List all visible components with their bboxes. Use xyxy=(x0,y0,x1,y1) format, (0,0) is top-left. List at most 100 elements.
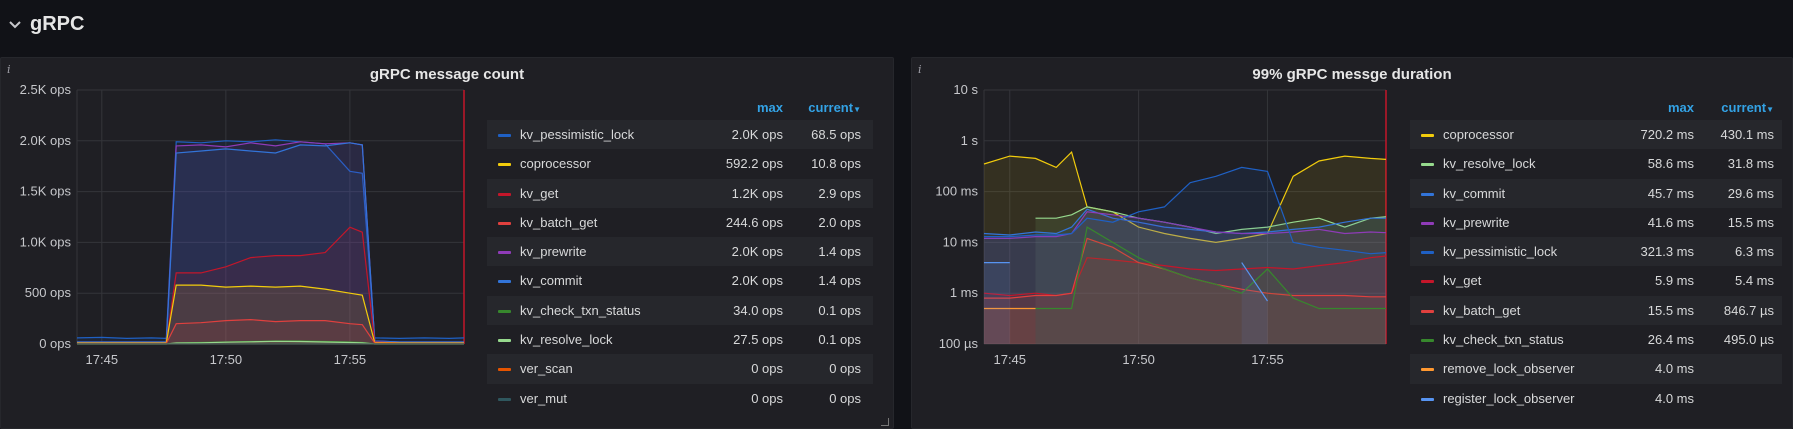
legend-series-name[interactable]: kv_prewrite xyxy=(520,244,586,259)
y-tick-label: 1 ms xyxy=(950,285,979,300)
series-color-swatch[interactable] xyxy=(498,251,511,255)
legend-item-kv-prewrite[interactable]: kv_prewrite 2.0K ops 1.4 ops xyxy=(487,237,873,267)
legend-max-value: 27.5 ops xyxy=(733,332,783,348)
legend-current-value: 6.3 ms xyxy=(1734,244,1774,260)
legend-max-value: 2.0K ops xyxy=(731,127,783,142)
legend-item-kv-get[interactable]: kv_get 5.9 ms 5.4 ms xyxy=(1410,266,1782,296)
legend-item-remove-lock-observer[interactable]: remove_lock_observer 4.0 ms xyxy=(1410,354,1782,384)
y-tick-label: 1.5K ops xyxy=(20,184,72,199)
legend-current-value: 10.8 ops xyxy=(811,156,861,172)
legend-max-value: 41.6 ms xyxy=(1647,214,1694,230)
chevron-down-icon[interactable] xyxy=(8,18,22,32)
legend-current-value: 31.8 ms xyxy=(1727,156,1774,172)
legend-series-name[interactable]: remove_lock_observer xyxy=(1443,361,1575,376)
panel-grpc-message-count[interactable]: i gRPC message count 0 ops 500 ops 1.0K op… xyxy=(0,57,894,429)
legend-item-kv-pessimistic-lock[interactable]: kv_pessimistic_lock 2.0K ops 68.5 ops xyxy=(487,120,873,150)
legend-item-kv-batch-get[interactable]: kv_batch_get 244.6 ops 2.0 ops xyxy=(487,207,873,238)
series-color-swatch[interactable] xyxy=(1421,368,1434,372)
legend-series-name[interactable]: kv_check_txn_status xyxy=(520,303,641,318)
chart-message-duration: 100 µs 1 ms 10 ms 100 ms 1 s 10 s 17:45 17:50 17… xyxy=(935,82,1387,367)
legend-series-name[interactable]: kv_get xyxy=(520,186,558,201)
legend-current-value: 15.5 ms xyxy=(1727,214,1774,230)
series-color-swatch[interactable] xyxy=(1421,339,1434,343)
legend-series-name[interactable]: register_lock_observer xyxy=(1443,391,1575,406)
legend-header: max current▼ xyxy=(1410,96,1782,120)
legend-max-value: 0 ops xyxy=(751,390,783,406)
legend-item-coprocessor[interactable]: coprocessor 720.2 ms 430.1 ms xyxy=(1410,120,1782,150)
legend-max-value: 26.4 ms xyxy=(1647,332,1694,348)
series-color-swatch[interactable] xyxy=(498,368,511,372)
legend-series-name[interactable]: kv_commit xyxy=(520,273,582,288)
legend-item-kv-resolve-lock[interactable]: kv_resolve_lock 27.5 ops 0.1 ops xyxy=(487,325,873,355)
legend-series-name[interactable]: coprocessor xyxy=(1443,127,1514,142)
legend-series-name[interactable]: kv_prewrite xyxy=(1443,215,1509,230)
series-color-swatch[interactable] xyxy=(1421,163,1434,167)
legend-current-value: 430.1 ms xyxy=(1720,127,1774,142)
series-color-swatch[interactable] xyxy=(498,309,511,313)
legend-current-value: 0 ops xyxy=(829,390,861,406)
series-color-swatch[interactable] xyxy=(1421,309,1434,313)
legend-item-kv-prewrite[interactable]: kv_prewrite 41.6 ms 15.5 ms xyxy=(1410,207,1782,238)
series-color-swatch[interactable] xyxy=(1421,280,1434,284)
series-color-swatch[interactable] xyxy=(1421,192,1434,196)
legend-series-name[interactable]: kv_resolve_lock xyxy=(520,332,613,347)
legend-series-name[interactable]: kv_pessimistic_lock xyxy=(520,127,634,142)
legend-series-name[interactable]: kv_pessimistic_lock xyxy=(1443,244,1557,259)
legend-item-kv-commit[interactable]: kv_commit 45.7 ms 29.6 ms xyxy=(1410,178,1782,208)
series-color-swatch[interactable] xyxy=(1421,251,1434,255)
series-color-swatch[interactable] xyxy=(498,397,511,401)
legend-item-kv-check-txn-status[interactable]: kv_check_txn_status 34.0 ops 0.1 ops xyxy=(487,295,873,326)
row-header-grpc[interactable]: gRPC xyxy=(0,0,1793,55)
legend-item-kv-resolve-lock[interactable]: kv_resolve_lock 58.6 ms 31.8 ms xyxy=(1410,149,1782,179)
legend-item-kv-commit[interactable]: kv_commit 2.0K ops 1.4 ops xyxy=(487,266,873,296)
legend-item-ver-mut[interactable]: ver_mut 0 ops 0 ops xyxy=(487,383,873,413)
legend-current-value: 1.4 ops xyxy=(818,244,861,260)
legend-item-kv-check-txn-status[interactable]: kv_check_txn_status 26.4 ms 495.0 µs xyxy=(1410,325,1782,355)
legend-max-value: 4.0 ms xyxy=(1654,390,1694,406)
x-tick-label: 17:55 xyxy=(334,352,367,367)
legend-header-current[interactable]: current▼ xyxy=(808,100,861,115)
x-tick-label: 17:45 xyxy=(993,352,1026,367)
legend-item-kv-batch-get[interactable]: kv_batch_get 15.5 ms 846.7 µs xyxy=(1410,295,1782,326)
series-area xyxy=(984,262,1010,344)
panel-grpc-message-duration[interactable]: i 99% gRPC messge duration 100 µs 1 ms 10 … xyxy=(911,57,1793,429)
legend-item-ver-scan[interactable]: ver_scan 0 ops 0 ops xyxy=(487,354,873,384)
legend-max-value: 34.0 ops xyxy=(733,302,783,318)
legend-series-name[interactable]: kv_check_txn_status xyxy=(1443,332,1564,347)
legend-table: max current▼ coprocessor 720.2 ms 430.1 ms… xyxy=(1410,96,1782,413)
resize-handle-icon[interactable] xyxy=(881,418,889,426)
legend-series-name[interactable]: kv_batch_get xyxy=(520,215,597,230)
legend-series-name[interactable]: ver_mut xyxy=(520,391,567,406)
legend-max-value: 15.5 ms xyxy=(1647,302,1694,318)
legend-current-value: 846.7 µs xyxy=(1723,302,1774,318)
legend-max-value: 5.9 ms xyxy=(1654,273,1694,289)
legend-series-name[interactable]: kv_resolve_lock xyxy=(1443,156,1536,171)
series-color-swatch[interactable] xyxy=(498,192,511,196)
legend-series-name[interactable]: coprocessor xyxy=(520,156,591,171)
legend-item-register-lock-observer[interactable]: register_lock_observer 4.0 ms xyxy=(1410,383,1782,413)
legend-header-current[interactable]: current▼ xyxy=(1721,100,1774,115)
legend-max-value: 58.6 ms xyxy=(1647,156,1694,172)
y-tick-label: 2.5K ops xyxy=(20,82,72,97)
series-color-swatch[interactable] xyxy=(1421,397,1434,401)
legend-header-max[interactable]: max xyxy=(1668,100,1694,115)
legend-header-max[interactable]: max xyxy=(757,100,783,115)
series-color-swatch[interactable] xyxy=(498,221,511,225)
series-color-swatch[interactable] xyxy=(498,339,511,343)
legend-series-name[interactable]: kv_batch_get xyxy=(1443,303,1520,318)
legend-series-name[interactable]: kv_commit xyxy=(1443,186,1505,201)
legend-series-name[interactable]: ver_scan xyxy=(520,361,573,376)
legend-table: max current▼ kv_pessimistic_lock 2.0K ops… xyxy=(487,96,873,413)
legend-current-value: 68.5 ops xyxy=(811,127,861,142)
series-color-swatch[interactable] xyxy=(1421,134,1434,137)
series-color-swatch[interactable] xyxy=(498,163,511,167)
legend-current-value: 0 ops xyxy=(829,361,861,377)
series-color-swatch[interactable] xyxy=(498,280,511,284)
legend-item-kv-get[interactable]: kv_get 1.2K ops 2.9 ops xyxy=(487,178,873,208)
legend-item-coprocessor[interactable]: coprocessor 592.2 ops 10.8 ops xyxy=(487,149,873,179)
series-color-swatch[interactable] xyxy=(498,134,511,137)
legend-max-value: 720.2 ms xyxy=(1640,127,1694,142)
series-color-swatch[interactable] xyxy=(1421,221,1434,225)
legend-series-name[interactable]: kv_get xyxy=(1443,273,1481,288)
legend-item-kv-pessimistic-lock[interactable]: kv_pessimistic_lock 321.3 ms 6.3 ms xyxy=(1410,237,1782,267)
